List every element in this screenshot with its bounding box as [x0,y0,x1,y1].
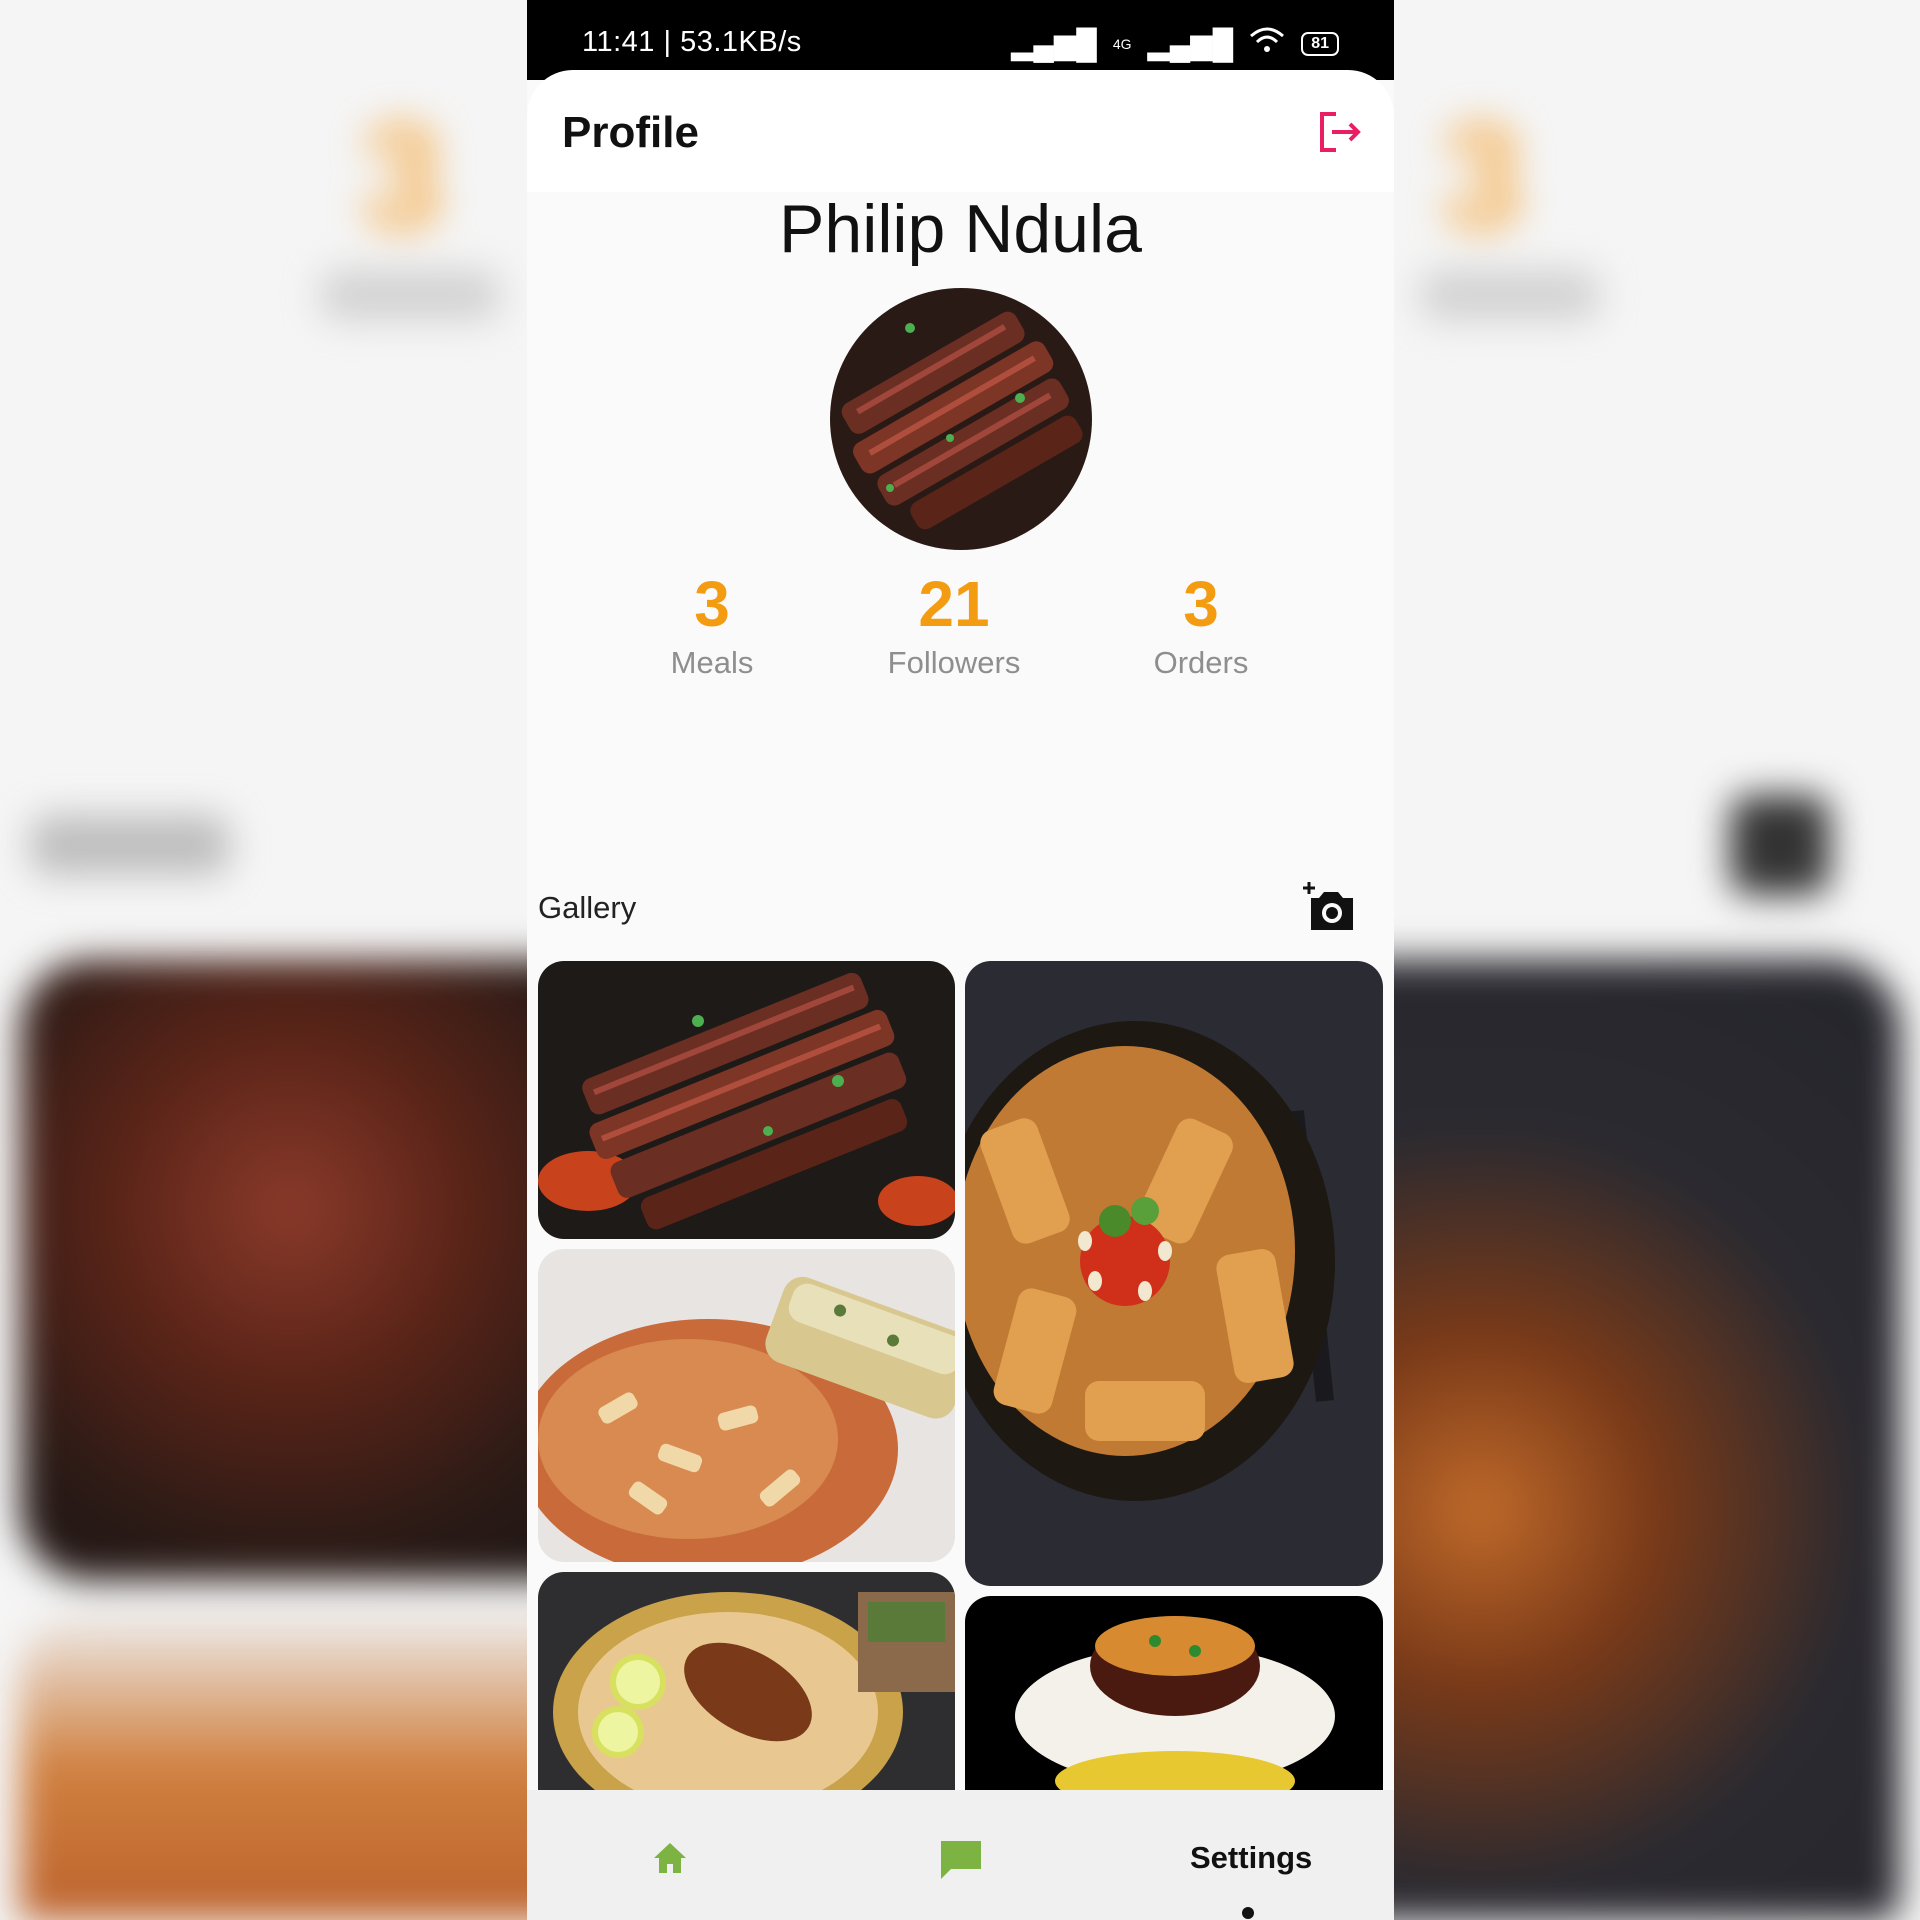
baked-pasta-image [538,1249,955,1562]
gallery-image-3[interactable] [538,1572,955,1790]
add-photo-icon[interactable] [1303,880,1359,936]
gallery-title: Gallery [538,890,637,925]
avatar-steak-image [830,288,1092,550]
stat-meals-value: 3 [694,568,730,640]
stat-orders-label: Orders [1153,645,1249,680]
nav-settings[interactable]: Settings [1190,1840,1312,1876]
status-icons: ▂▄▆█ 4G ▂▄▆█ 81 [1011,26,1339,62]
stat-followers[interactable]: 21 Followers [854,565,1054,681]
gallery-image-4[interactable] [965,961,1383,1586]
steak-image [538,961,955,1239]
bottom-nav: Settings [527,1790,1394,1920]
phone-screen: 11:41 | 53.1KB/s ▂▄▆█ 4G ▂▄▆█ 81 Profile… [527,0,1394,1920]
bg-word-right [1420,270,1600,320]
bg-word-gallery [30,815,230,875]
signal-icon: ▂▄▆█ [1011,28,1097,61]
home-icon[interactable] [650,1838,690,1878]
gallery-image-5[interactable] [965,1596,1383,1790]
stat-meals-label: Meals [670,645,754,680]
bg-stat-left: 3 [360,92,444,260]
stat-followers-value: 21 [918,568,990,640]
user-name: Philip Ndula [779,191,1142,267]
app-bar: Profile [527,70,1394,192]
stat-orders-value: 3 [1183,568,1219,640]
bg-camera [1730,795,1830,895]
network-type: 4G [1112,36,1132,52]
battery-icon: 81 [1301,32,1339,56]
stat-meals[interactable]: 3 Meals [612,565,812,681]
bg-word-left [320,270,500,320]
signal-icon-2: ▂▄▆█ [1147,28,1234,61]
logout-icon[interactable] [1316,108,1364,156]
gallery-image-1[interactable] [538,961,955,1239]
biryani-image [538,1572,955,1790]
status-time: 11:41 | 53.1KB/s [582,26,802,58]
rice-plate-image [965,1596,1383,1790]
status-bar: 11:41 | 53.1KB/s ▂▄▆█ 4G ▂▄▆█ 81 [527,0,1394,80]
stat-followers-label: Followers [887,645,1021,680]
gallery-image-2[interactable] [538,1249,955,1562]
page-title: Profile [562,108,699,157]
wifi-icon [1249,26,1285,62]
bg-stat-right: 3 [1440,92,1524,260]
avatar[interactable] [830,288,1092,550]
active-indicator [1242,1907,1254,1919]
stat-orders[interactable]: 3 Orders [1101,565,1301,681]
rigatoni-bowl-image [965,961,1383,1586]
chat-icon[interactable] [937,1835,985,1883]
